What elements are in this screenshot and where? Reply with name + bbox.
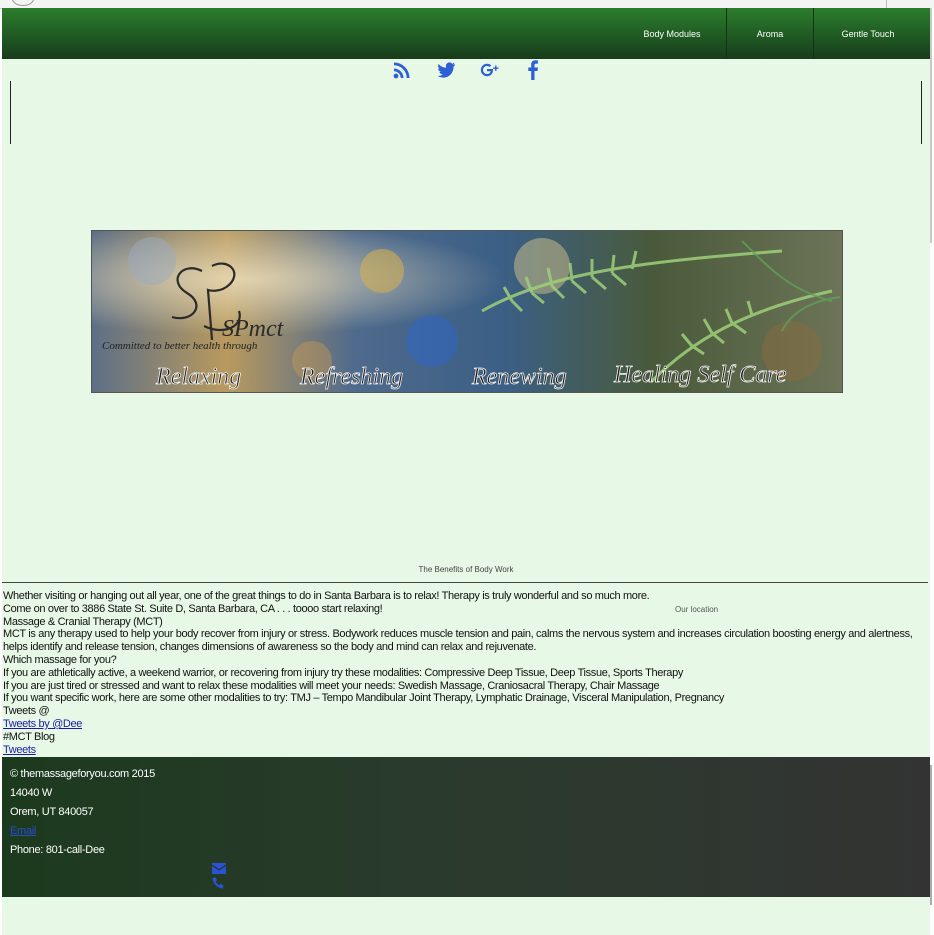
- nav-item-body-modules[interactable]: Body Modules: [628, 8, 716, 59]
- footer-address-line2: Orem, UT 840057: [10, 806, 94, 818]
- which-massage-question: Which massage for you?: [3, 653, 117, 666]
- tweets-link[interactable]: Tweets: [3, 744, 36, 756]
- frame-right-line: [921, 81, 922, 144]
- banner-logo-text: SPmct: [222, 316, 285, 342]
- footer-address-line1: 14040 W: [10, 787, 52, 799]
- banner-tagline: Committed to better health through: [102, 340, 258, 352]
- banner-word-renewing: Renewing: [471, 364, 567, 390]
- section-divider: [2, 582, 928, 583]
- blog-label: #MCT Blog: [3, 730, 55, 743]
- main-content: Whether visiting or hanging out all year…: [3, 590, 923, 756]
- frame-left-line: [10, 81, 11, 144]
- scroll-shadow: [930, 8, 932, 243]
- address-paragraph: Come on over to 3886 State St. Suite D, …: [3, 602, 383, 615]
- mct-heading: Massage & Cranial Therapy (MCT): [3, 615, 163, 628]
- main-navbar: Body Modules Aroma Gentle Touch: [2, 8, 930, 59]
- nav-item-aroma[interactable]: Aroma: [726, 8, 813, 59]
- tweets-by-link[interactable]: Tweets by @Dee: [3, 718, 82, 730]
- athletic-modalities: If you are athletically active, a weeken…: [3, 666, 683, 679]
- site-footer: © themassageforyou.com 2015 14040 W Orem…: [2, 757, 930, 897]
- banner-word-refreshing: Refreshing: [299, 364, 403, 390]
- social-links: [2, 58, 930, 82]
- phone-icon[interactable]: [212, 877, 226, 889]
- nav-item-label: Aroma: [756, 29, 784, 39]
- tweets-label: Tweets @: [3, 705, 50, 718]
- section-title: The Benefits of Body Work: [418, 565, 514, 574]
- twitter-icon[interactable]: [436, 60, 456, 80]
- nav-item-gentle-touch[interactable]: Gentle Touch: [813, 8, 922, 59]
- facebook-icon[interactable]: [523, 60, 543, 80]
- specific-modalities: If you want specific work, here are some…: [3, 692, 725, 705]
- banner-word-relaxing: Relaxing: [155, 364, 241, 390]
- scroll-shadow-lower: [930, 765, 932, 905]
- mct-description: MCT is any therapy used to help your bod…: [3, 628, 913, 654]
- banner-word-healing: Healing Self Care: [613, 362, 787, 388]
- page-body: Body Modules Aroma Gentle Touch SPmct Co…: [2, 8, 930, 935]
- hero-banner: SPmct Committed to better health through…: [91, 230, 843, 393]
- google-plus-icon[interactable]: [480, 60, 500, 80]
- footer-copyright: © themassageforyou.com 2015: [10, 768, 155, 780]
- footer-phone: Phone: 801-call-Dee: [10, 844, 105, 856]
- intro-paragraph: Whether visiting or hanging out all year…: [3, 590, 650, 602]
- relax-modalities: If you are just tired or stressed and wa…: [3, 679, 660, 692]
- right-edge: [930, 8, 934, 935]
- nav-item-label: Body Modules: [643, 29, 701, 39]
- site-logo-icon: [12, 0, 34, 6]
- banner-image: SPmct Committed to better health through…: [92, 231, 842, 392]
- nav-item-label: Gentle Touch: [841, 29, 895, 39]
- top-divider: [886, 0, 887, 8]
- rss-icon[interactable]: [392, 60, 412, 80]
- envelope-icon[interactable]: [212, 862, 226, 874]
- footer-email-link[interactable]: Email: [10, 825, 36, 837]
